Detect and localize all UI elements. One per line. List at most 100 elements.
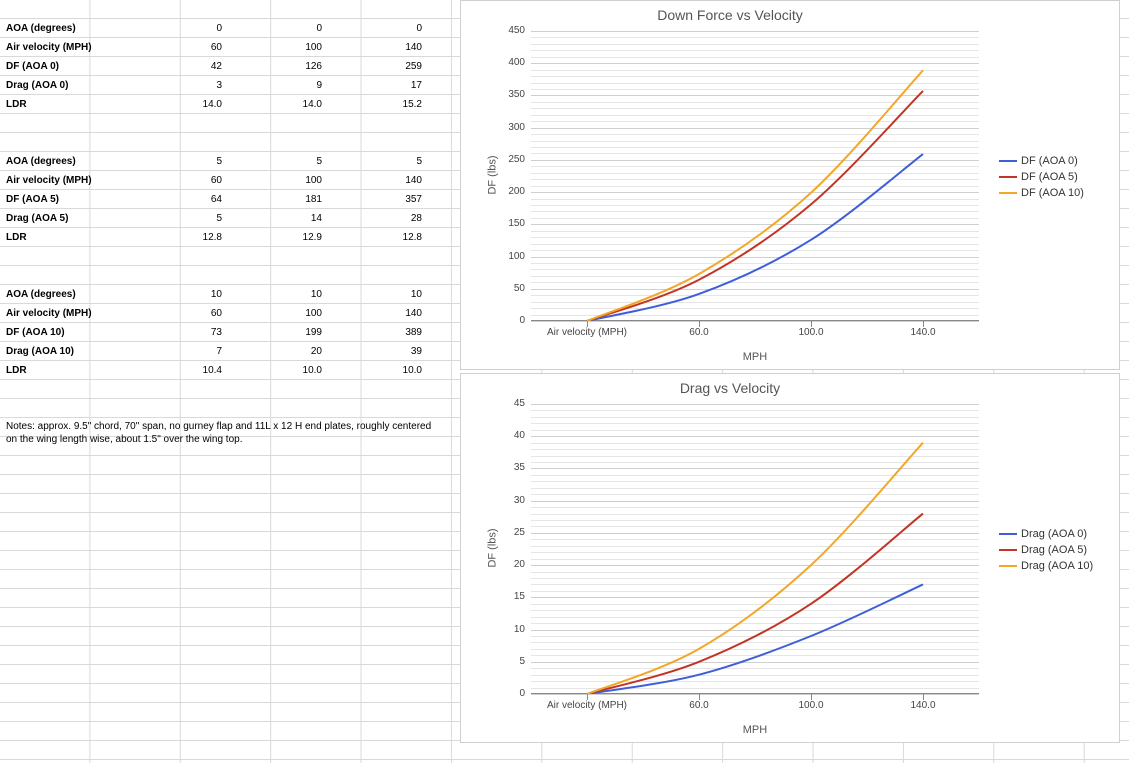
cell-value[interactable]: 357 — [336, 190, 426, 209]
row-label[interactable]: LDR — [2, 361, 138, 380]
legend-label: Drag (AOA 0) — [1021, 528, 1087, 540]
chart-drag: Drag vs Velocity DF (lbs) MPH Drag (AOA … — [460, 373, 1120, 743]
x-tick-label: 100.0 — [756, 700, 866, 711]
cell-value[interactable]: 140 — [336, 38, 426, 57]
row-label[interactable]: AOA (degrees) — [2, 19, 138, 38]
y-tick-label: 45 — [501, 398, 525, 409]
cell-value[interactable]: 9 — [236, 76, 326, 95]
y-tick-label: 0 — [501, 315, 525, 326]
cell-value[interactable]: 10.4 — [136, 361, 226, 380]
y-tick-label: 0 — [501, 688, 525, 699]
row-label[interactable]: Air velocity (MPH) — [2, 171, 138, 190]
y-tick-label: 200 — [501, 186, 525, 197]
cell-value[interactable]: 42 — [136, 57, 226, 76]
row-label[interactable]: Drag (AOA 5) — [2, 209, 138, 228]
cell-value[interactable]: 0 — [136, 19, 226, 38]
row-label[interactable]: AOA (degrees) — [2, 285, 138, 304]
legend-item: DF (AOA 0) — [999, 155, 1109, 167]
cell-value[interactable]: 259 — [336, 57, 426, 76]
y-tick-label: 10 — [501, 624, 525, 635]
row-label[interactable]: DF (AOA 0) — [2, 57, 138, 76]
cell-value[interactable]: 12.8 — [336, 228, 426, 247]
y-tick-label: 50 — [501, 283, 525, 294]
cell-value[interactable]: 14 — [236, 209, 326, 228]
cell-value[interactable]: 126 — [236, 57, 326, 76]
cell-value[interactable]: 14.0 — [236, 95, 326, 114]
legend-label: Drag (AOA 10) — [1021, 560, 1093, 572]
cell-value[interactable]: 100 — [236, 171, 326, 190]
y-tick-label: 150 — [501, 218, 525, 229]
y-axis-title: DF (lbs) — [487, 528, 499, 567]
cell-value[interactable]: 12.9 — [236, 228, 326, 247]
cell-value[interactable]: 5 — [336, 152, 426, 171]
cell-value[interactable]: 5 — [136, 209, 226, 228]
row-label[interactable]: Air velocity (MPH) — [2, 304, 138, 323]
legend-item: Drag (AOA 10) — [999, 560, 1109, 572]
row-label[interactable]: LDR — [2, 228, 138, 247]
cell-value[interactable]: 5 — [136, 152, 226, 171]
cell-value[interactable]: 3 — [136, 76, 226, 95]
y-tick-label: 350 — [501, 89, 525, 100]
row-label[interactable]: DF (AOA 10) — [2, 323, 138, 342]
row-label[interactable]: LDR — [2, 95, 138, 114]
series-line — [587, 514, 923, 694]
cell-value[interactable]: 140 — [336, 304, 426, 323]
cell-value[interactable]: 389 — [336, 323, 426, 342]
chart-legend: DF (AOA 0) DF (AOA 5) DF (AOA 10) — [999, 151, 1109, 203]
legend-swatch — [999, 192, 1017, 194]
cell-value[interactable]: 5 — [236, 152, 326, 171]
y-tick-label: 100 — [501, 251, 525, 262]
cell-value[interactable]: 7 — [136, 342, 226, 361]
x-tick-label: Air velocity (MPH) — [532, 327, 642, 338]
cell-value[interactable]: 60 — [136, 38, 226, 57]
cell-value[interactable]: 10.0 — [336, 361, 426, 380]
legend-item: Drag (AOA 5) — [999, 544, 1109, 556]
notes-text[interactable]: Notes: approx. 9.5" chord, 70" span, no … — [2, 418, 442, 448]
cell-value[interactable]: 64 — [136, 190, 226, 209]
row-label[interactable]: DF (AOA 5) — [2, 190, 138, 209]
row-label[interactable]: AOA (degrees) — [2, 152, 138, 171]
cell-value[interactable]: 12.8 — [136, 228, 226, 247]
legend-label: DF (AOA 10) — [1021, 187, 1084, 199]
x-tick-label: 140.0 — [868, 327, 978, 338]
y-tick-label: 250 — [501, 154, 525, 165]
cell-value[interactable]: 15.2 — [336, 95, 426, 114]
cell-value[interactable]: 20 — [236, 342, 326, 361]
y-tick-label: 20 — [501, 559, 525, 570]
cell-value[interactable]: 10 — [236, 285, 326, 304]
cell-value[interactable]: 10 — [336, 285, 426, 304]
cell-value[interactable]: 181 — [236, 190, 326, 209]
cell-value[interactable]: 140 — [336, 171, 426, 190]
row-label[interactable]: Drag (AOA 0) — [2, 76, 138, 95]
legend-item: Drag (AOA 0) — [999, 528, 1109, 540]
legend-label: Drag (AOA 5) — [1021, 544, 1087, 556]
plot-area — [531, 31, 979, 321]
cell-value[interactable]: 199 — [236, 323, 326, 342]
cell-value[interactable]: 60 — [136, 304, 226, 323]
row-label[interactable]: Drag (AOA 10) — [2, 342, 138, 361]
cell-value[interactable]: 39 — [336, 342, 426, 361]
y-tick-label: 40 — [501, 430, 525, 441]
y-tick-label: 30 — [501, 495, 525, 506]
cell-value[interactable]: 73 — [136, 323, 226, 342]
y-tick-label: 15 — [501, 591, 525, 602]
cell-value[interactable]: 0 — [236, 19, 326, 38]
legend-swatch — [999, 176, 1017, 178]
x-tick-label: 60.0 — [644, 700, 754, 711]
y-axis-title: DF (lbs) — [487, 155, 499, 194]
y-tick-label: 25 — [501, 527, 525, 538]
cell-value[interactable]: 60 — [136, 171, 226, 190]
cell-value[interactable]: 0 — [336, 19, 426, 38]
x-tick-label: 140.0 — [868, 700, 978, 711]
cell-value[interactable]: 100 — [236, 38, 326, 57]
cell-value[interactable]: 100 — [236, 304, 326, 323]
legend-label: DF (AOA 5) — [1021, 171, 1078, 183]
cell-value[interactable]: 17 — [336, 76, 426, 95]
cell-value[interactable]: 10.0 — [236, 361, 326, 380]
legend-swatch — [999, 533, 1017, 535]
row-label[interactable]: Air velocity (MPH) — [2, 38, 138, 57]
data-table-panel: AOA (degrees)000Air velocity (MPH)601001… — [0, 0, 454, 763]
cell-value[interactable]: 28 — [336, 209, 426, 228]
cell-value[interactable]: 14.0 — [136, 95, 226, 114]
cell-value[interactable]: 10 — [136, 285, 226, 304]
